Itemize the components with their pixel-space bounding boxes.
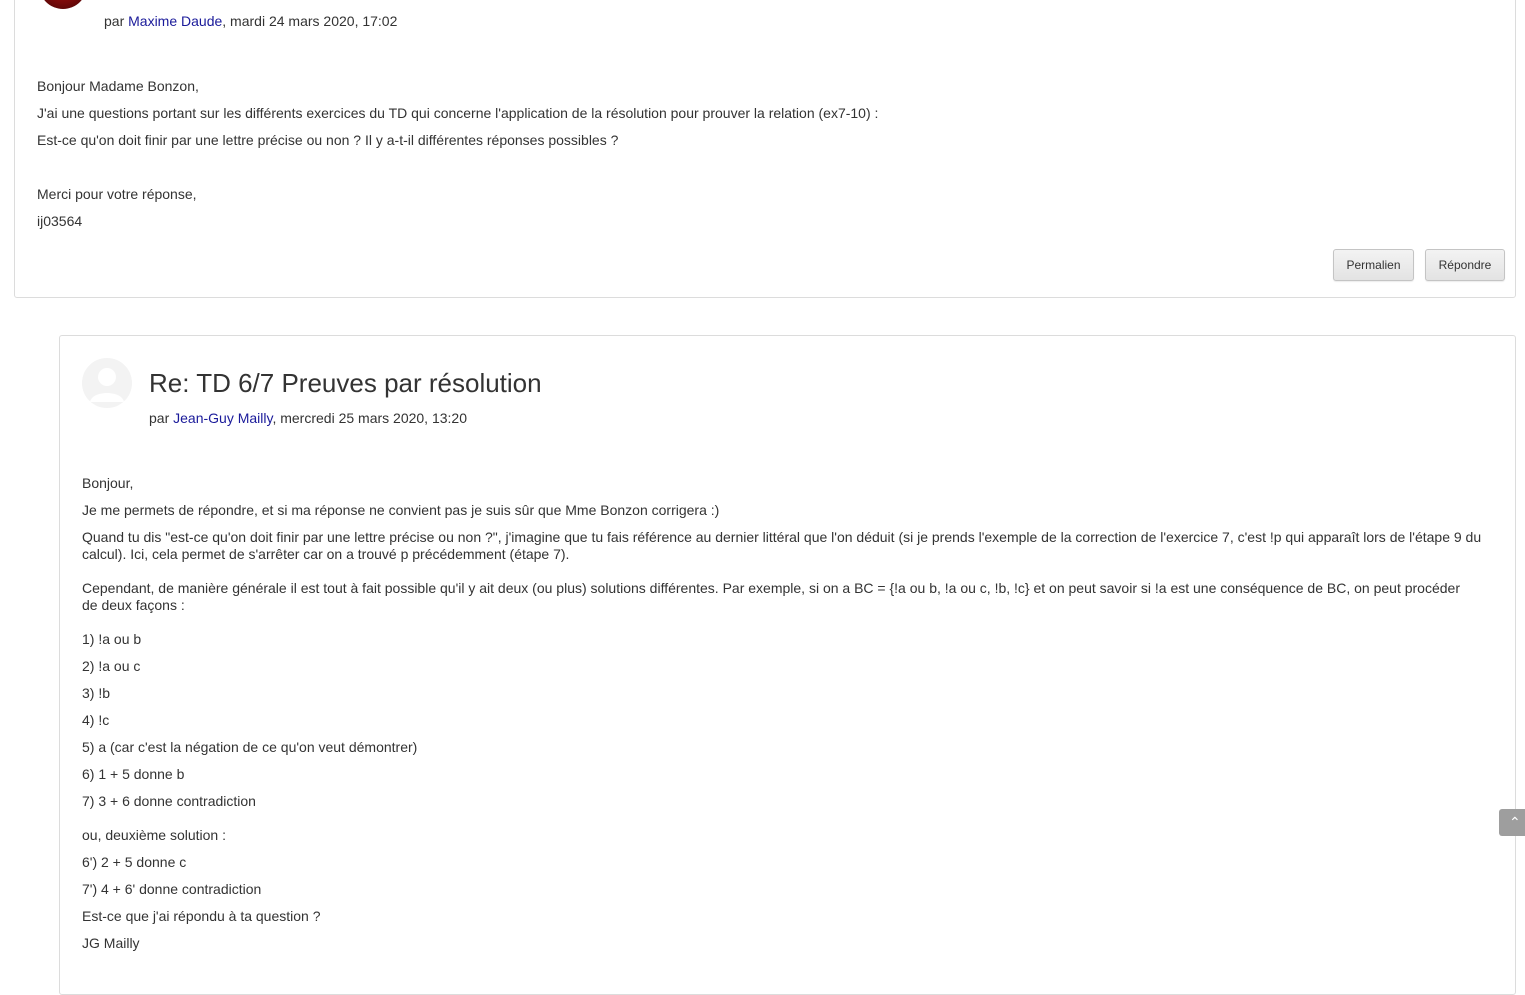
- post-paragraph: Bonjour Madame Bonzon,: [37, 78, 199, 94]
- list-item: 7) 3 + 6 donne contradiction: [82, 793, 256, 809]
- post-subject: Re: TD 6/7 Preuves par résolution: [149, 368, 542, 398]
- byline-prefix: par: [104, 13, 125, 29]
- post-byline: par Maxime Daude, mardi 24 mars 2020, 17…: [104, 13, 397, 29]
- back-to-top-button[interactable]: ⌃: [1499, 809, 1525, 836]
- post-paragraph: J'ai une questions portant sur les diffé…: [37, 105, 879, 121]
- post-paragraph: ij03564: [37, 213, 83, 229]
- list-item: 6) 1 + 5 donne b: [82, 766, 185, 782]
- post-byline: par Jean-Guy Mailly, mercredi 25 mars 20…: [149, 410, 467, 426]
- list-item: 3) !b: [82, 685, 111, 701]
- post-paragraph: Bonjour,: [82, 475, 134, 491]
- forum-reply-post: Re: TD 6/7 Preuves par résolution par Je…: [59, 335, 1516, 995]
- post-paragraph: Je me permets de répondre, et si ma répo…: [82, 502, 720, 518]
- post-signature: JG Mailly: [82, 935, 140, 951]
- default-user-avatar-icon[interactable]: [82, 358, 132, 408]
- post-paragraph: ou, deuxième solution :: [82, 827, 226, 843]
- list-item: 2) !a ou c: [82, 658, 141, 674]
- author-avatar[interactable]: [39, 0, 87, 9]
- list-item: 6') 2 + 5 donne c: [82, 854, 187, 870]
- author-link[interactable]: Jean-Guy Mailly: [173, 410, 272, 426]
- list-item: 7') 4 + 6' donne contradiction: [82, 881, 262, 897]
- list-item: 1) !a ou b: [82, 631, 142, 647]
- post-paragraph: Est-ce qu'on doit finir par une lettre p…: [37, 132, 619, 148]
- chevron-up-icon: ⌃: [1509, 814, 1521, 830]
- post-paragraph: Cependant, de manière générale il est to…: [82, 580, 1460, 613]
- author-link[interactable]: Maxime Daude: [128, 13, 222, 29]
- reply-button[interactable]: Répondre: [1425, 249, 1505, 281]
- post-paragraph: Est-ce que j'ai répondu à ta question ?: [82, 908, 321, 924]
- list-item: 5) a (car c'est la négation de ce qu'on …: [82, 739, 418, 755]
- post-date: , mercredi 25 mars 2020, 13:20: [272, 410, 467, 426]
- post-paragraph: Quand tu dis "est-ce qu'on doit finir pa…: [82, 529, 1482, 562]
- post-date: , mardi 24 mars 2020, 17:02: [222, 13, 398, 29]
- byline-prefix: par: [149, 410, 170, 426]
- post-paragraph: Merci pour votre réponse,: [37, 186, 197, 202]
- list-item: 4) !c: [82, 712, 110, 728]
- permalink-button[interactable]: Permalien: [1333, 249, 1414, 281]
- forum-post: par Maxime Daude, mardi 24 mars 2020, 17…: [14, 0, 1516, 298]
